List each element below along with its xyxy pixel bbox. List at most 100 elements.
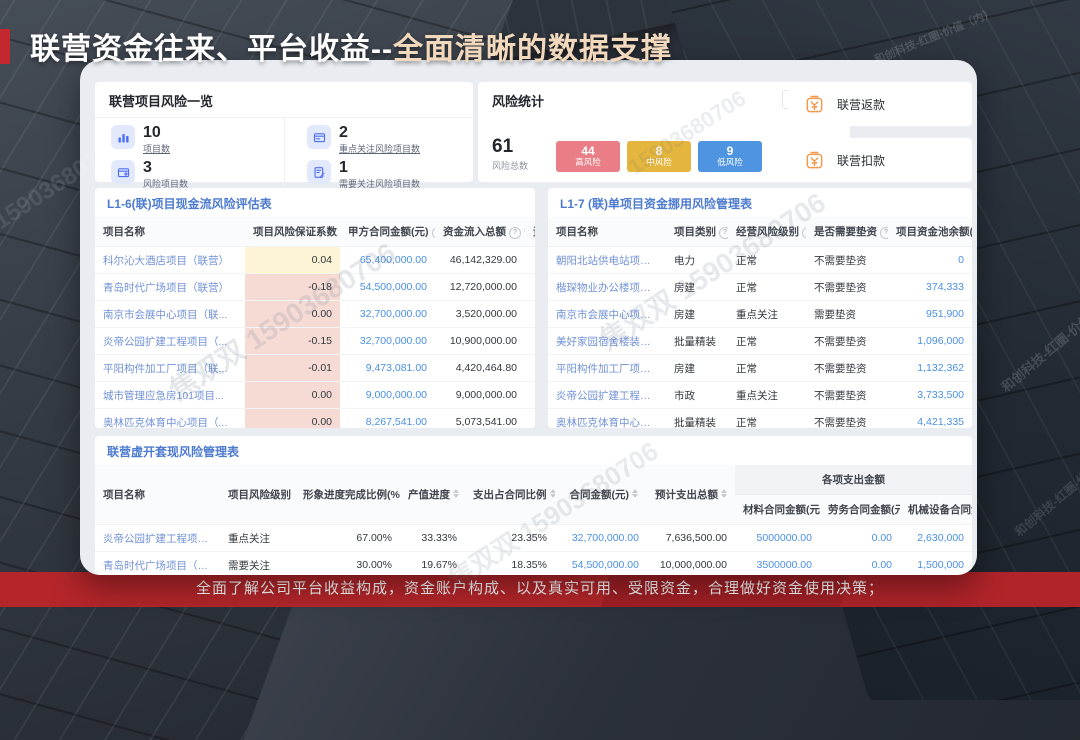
action-lianying-fankuan[interactable]: 联营返款 [788, 82, 972, 126]
money-pouch-icon [804, 150, 825, 171]
project-name-link[interactable]: 平阳构件加工厂项目（联... [95, 355, 245, 382]
cell: 不需要垫资 [806, 247, 888, 274]
column-header: 形象进度完成比例(%) [295, 465, 400, 525]
column-header[interactable]: 预计支出总额 [647, 465, 735, 525]
sort-icon[interactable] [632, 489, 639, 498]
action-lianying-koukuan[interactable]: 联营扣款 [788, 138, 972, 182]
cell[interactable]: 4,421,335 [888, 409, 972, 429]
cell[interactable]: 54,500,000.00 [555, 552, 647, 576]
cell[interactable]: 3500000.00 [735, 552, 820, 576]
project-name-link[interactable]: 南京市会展中心项目（联... [95, 301, 245, 328]
cell[interactable]: 32,700,000.00 [340, 301, 435, 328]
cell[interactable]: 0.00 [820, 552, 900, 576]
table-row: 南京市会展中心项目（联...0.0032,700,000.003,520,000… [95, 301, 535, 328]
project-name-link[interactable]: 楷琛物业办公楼项目（联... [548, 274, 666, 301]
cell[interactable]: 65,400,000.00 [340, 247, 435, 274]
page-title-highlight: 全面清晰的数据支撑 [393, 33, 672, 66]
project-name-link[interactable]: 炎帝公园扩建工程项目（联... [95, 525, 220, 552]
table-row: 平阳构件加工厂项目（联...房建正常不需要垫资1,132,362 [548, 355, 972, 382]
cell[interactable]: 0.00 [820, 525, 900, 552]
cell: 不需要垫资 [806, 274, 888, 301]
help-icon[interactable] [880, 227, 888, 239]
cell[interactable]: 1,096,000 [888, 328, 972, 355]
cell[interactable]: 9,473,081.00 [340, 355, 435, 382]
risk-level-box[interactable]: 8中风险 [627, 141, 691, 172]
project-name-link[interactable]: 平阳构件加工厂项目（联... [548, 355, 666, 382]
project-name-link[interactable]: 美好家园宿舍楼装修项目... [548, 328, 666, 355]
sort-icon[interactable] [524, 226, 525, 235]
cell[interactable]: 8,267,541.00 [340, 409, 435, 429]
sort-icon[interactable] [453, 489, 460, 498]
column-header: 经营风险级别 [728, 217, 806, 247]
project-name-link[interactable]: 朝阳北站供电站项目（联... [548, 247, 666, 274]
project-name-link[interactable]: 青岛时代广场项目（联营） [95, 552, 220, 576]
cell: 23,536 [525, 274, 535, 301]
fund-misuse-table-section: L1-7 (联)单项目资金挪用风险管理表 项目名称项目类别经营风险级别是否需要垫… [548, 188, 972, 428]
column-header[interactable]: 甲方合同金额(元) [340, 217, 435, 247]
project-name-link[interactable]: 科尔沁大酒店项目（联营） [95, 247, 245, 274]
cell: 重点关注 [728, 382, 806, 409]
column-header[interactable]: 项目风险保证系数 [245, 217, 340, 247]
cell[interactable]: 1,132,362 [888, 355, 972, 382]
cell: 正常 [728, 409, 806, 429]
cell: 正常 [728, 247, 806, 274]
stat-value: 2 [339, 125, 420, 140]
risk-total-label: 风险总数 [492, 159, 544, 172]
cell[interactable]: 32,700,000.00 [340, 328, 435, 355]
cell[interactable]: 54,500,000.00 [340, 274, 435, 301]
table1-title: L1-6(联)项目现金流风险评估表 [95, 188, 535, 217]
cell: 0.00 [245, 301, 340, 328]
column-header[interactable]: 资金流出总额 [525, 217, 535, 247]
cell: 7,636,500.00 [647, 525, 735, 552]
sort-icon[interactable] [550, 489, 556, 498]
cell[interactable]: 1,500,000 [900, 552, 972, 576]
project-name-link[interactable]: 南京市会展中心项目（联... [548, 301, 666, 328]
cell[interactable]: 32,700,000.00 [555, 525, 647, 552]
cell: -0.18 [245, 274, 340, 301]
cell[interactable]: 0 [888, 247, 972, 274]
sort-icon[interactable] [721, 489, 728, 498]
project-name-link[interactable]: 城市管理应急房101项目... [95, 382, 245, 409]
false-invoicing-table-section: 联营虚开套现风险管理表 项目名称项目风险级别形象进度完成比例(%)产值进度支出占… [95, 436, 972, 575]
false-invoicing-table: 项目名称项目风险级别形象进度完成比例(%)产值进度支出占合同比例合同金额(元)预… [95, 465, 972, 575]
cell[interactable]: 3,733,500 [888, 382, 972, 409]
cashflow-risk-table-section: L1-6(联)项目现金流风险评估表 项目名称项目风险保证系数甲方合同金额(元)资… [95, 188, 535, 428]
column-header[interactable]: 支出占合同比例 [465, 465, 555, 525]
column-header[interactable]: 材料合同金额(元) [735, 495, 820, 525]
column-header: 项目名称 [95, 465, 220, 525]
cell: 19.67% [400, 552, 465, 576]
help-icon[interactable] [509, 227, 521, 239]
cell[interactable]: 5000000.00 [735, 525, 820, 552]
help-icon[interactable] [802, 227, 806, 239]
footer-bar: 全面了解公司平台收益构成，资金账户构成、以及真实可用、受限资金，合理做好资金使用… [0, 572, 1080, 607]
project-name-link[interactable]: 炎帝公园扩建工程项目（... [548, 382, 666, 409]
cell[interactable]: 951,900 [888, 301, 972, 328]
money-pouch-icon [804, 94, 825, 115]
column-header[interactable]: 产值进度 [400, 465, 465, 525]
cell[interactable]: 374,333 [888, 274, 972, 301]
help-icon[interactable] [432, 227, 436, 239]
table-row: 南京市会展中心项目（联...房建重点关注需要垫资951,900 [548, 301, 972, 328]
help-icon[interactable] [719, 227, 728, 239]
cell: 房建 [666, 274, 728, 301]
column-header[interactable]: 合同金额(元) [555, 465, 647, 525]
cell: 房建 [666, 301, 728, 328]
column-header[interactable]: 资金流入总额 [435, 217, 525, 247]
table-row: 城市管理应急房101项目...0.009,000,000.009,000,000… [95, 382, 535, 409]
cell[interactable]: 9,000,000.00 [340, 382, 435, 409]
risk-box-label: 高风险 [556, 158, 620, 167]
risk-level-box[interactable]: 9低风险 [698, 141, 762, 172]
cell[interactable]: 2,630,000 [900, 525, 972, 552]
cell: 需要垫资 [806, 301, 888, 328]
project-name-link[interactable]: 炎帝公园扩建工程项目（... [95, 328, 245, 355]
cell: -0.15 [245, 328, 340, 355]
cell: 33.33% [400, 525, 465, 552]
project-name-link[interactable]: 青岛时代广场项目（联营） [95, 274, 245, 301]
risk-level-boxes: 44高风险8中风险9低风险 [556, 141, 762, 172]
focus-risk-icon [307, 125, 331, 149]
column-header[interactable]: 劳务合同金额(元) [820, 495, 900, 525]
project-name-link[interactable]: 奥林匹克体育中心项目（... [95, 409, 245, 429]
stat-value: 1 [339, 160, 420, 175]
risk-level-box[interactable]: 44高风险 [556, 141, 620, 172]
project-name-link[interactable]: 奥林匹克体育中心项目（... [548, 409, 666, 429]
